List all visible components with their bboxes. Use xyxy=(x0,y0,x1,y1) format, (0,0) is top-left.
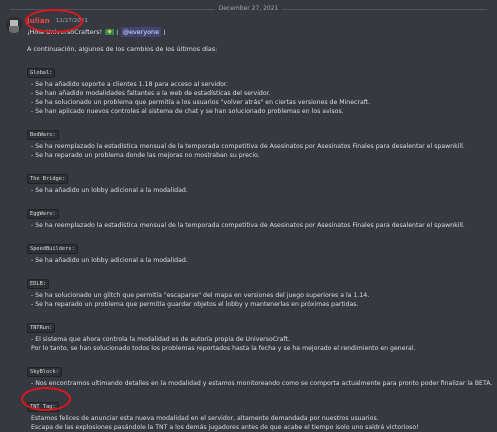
red-highlight-circle xyxy=(25,9,83,33)
avatar-image-icon xyxy=(6,17,22,33)
changelog-section: SkyBlock: - Nos encontramos ultimando det… xyxy=(27,358,492,388)
highlighted-section-title: TNT Tag: xyxy=(21,387,71,412)
list-item: - Se ha añadido soporte a clientes 1.18 … xyxy=(31,81,228,88)
date-divider-label: December 27, 2021 xyxy=(214,4,283,14)
list-item: - Se ha reemplazado la estadística mensu… xyxy=(31,222,465,229)
section-title: EDLB: xyxy=(27,279,49,289)
message: Julian 12/27/2021 ¡Hola UniversoCrafters… xyxy=(21,9,492,432)
changelog-section: TNT Tag: Estamos felices de anunciar esta… xyxy=(21,387,492,432)
list-item: - Nos encontramos ultimando detalles en … xyxy=(31,380,493,387)
section-title: Global: xyxy=(27,68,56,78)
changelog-section: BedWars: - Se ha reemplazado la estadísti… xyxy=(27,121,492,160)
section-title: The Bridge: xyxy=(27,174,69,184)
everyone-mention[interactable]: @everyone xyxy=(120,27,162,37)
list-item: - Se ha añadido un lobby adicional a la … xyxy=(31,187,188,194)
list-item: - Se ha reparado un problema que permití… xyxy=(31,301,359,308)
list-item: - El sistema que ahora controla la modal… xyxy=(31,336,290,343)
list-item: Por lo tanto, se han solucionado todos l… xyxy=(31,345,416,352)
section-items: Estamos felices de anunciar esta nueva m… xyxy=(27,414,492,432)
section-title: SkyBlock: xyxy=(27,367,62,377)
changelog-section: EDLB: - Se ha solucionado un glitch que p… xyxy=(27,270,492,309)
avatar[interactable] xyxy=(6,17,22,33)
changelog-section: Global: - Se ha añadido soporte a cliente… xyxy=(27,59,492,116)
section-items: - Se ha reemplazado la estadística mensu… xyxy=(27,221,492,230)
section-items: - Se ha añadido un lobby adicional a la … xyxy=(27,256,492,265)
section-items: - Se ha añadido soporte a clientes 1.18 … xyxy=(27,80,492,116)
list-item: Escapa de las explosiones pasándole la T… xyxy=(31,424,419,431)
brazil-flag-icon xyxy=(105,29,115,35)
paren-close: ) xyxy=(161,28,166,36)
section-items: - Nos encontramos ultimando detalles en … xyxy=(27,379,492,388)
changelog-section: The Bridge: - Se ha añadido un lobby adic… xyxy=(27,165,492,195)
list-item: - Se ha añadido un lobby adicional a la … xyxy=(31,257,188,264)
message-header: Julian 12/27/2021 xyxy=(25,9,492,33)
changelog-section: SpeedBuilders: - Se ha añadido un lobby a… xyxy=(27,235,492,265)
list-item: - Se ha reemplazado la estadística mensu… xyxy=(31,143,465,150)
paren-open: ( xyxy=(116,28,119,36)
section-title: SpeedBuilders: xyxy=(27,244,78,254)
section-items: - El sistema que ahora controla la modal… xyxy=(27,335,492,353)
section-title: TNTRun: xyxy=(27,323,56,333)
section-title: BedWars: xyxy=(27,130,59,140)
changelog-section: TNTRun: - El sistema que ahora controla l… xyxy=(27,314,492,353)
red-highlight-circle xyxy=(21,387,71,411)
list-item: - Se ha solucionado un glitch que permit… xyxy=(31,292,370,299)
changelog-sections: Global: - Se ha añadido soporte a cliente… xyxy=(21,59,492,432)
list-item: - Se ha reparado un problema donde las m… xyxy=(31,152,260,159)
intro-text: A continuación, algunos de los cambios d… xyxy=(27,45,218,53)
list-item: - Se han aplicado nuevos controles al si… xyxy=(31,108,344,115)
greeting-line: ¡Hola UniversoCrafters! ( @everyone ) xyxy=(27,27,492,37)
list-item: - Se han añadido modalidades faltantes a… xyxy=(31,90,271,97)
section-items: - Se ha reemplazado la estadística mensu… xyxy=(27,142,492,160)
section-items: - Se ha solucionado un glitch que permit… xyxy=(27,291,492,309)
list-item: - Se ha solucionado un problema que perm… xyxy=(31,99,371,106)
changelog-section: EggWars: - Se ha reemplazado la estadísti… xyxy=(27,200,492,230)
list-item: Estamos felices de anunciar esta nueva m… xyxy=(31,415,379,422)
section-title: EggWars: xyxy=(27,209,59,219)
section-items: - Se ha añadido un lobby adicional a la … xyxy=(27,186,492,195)
